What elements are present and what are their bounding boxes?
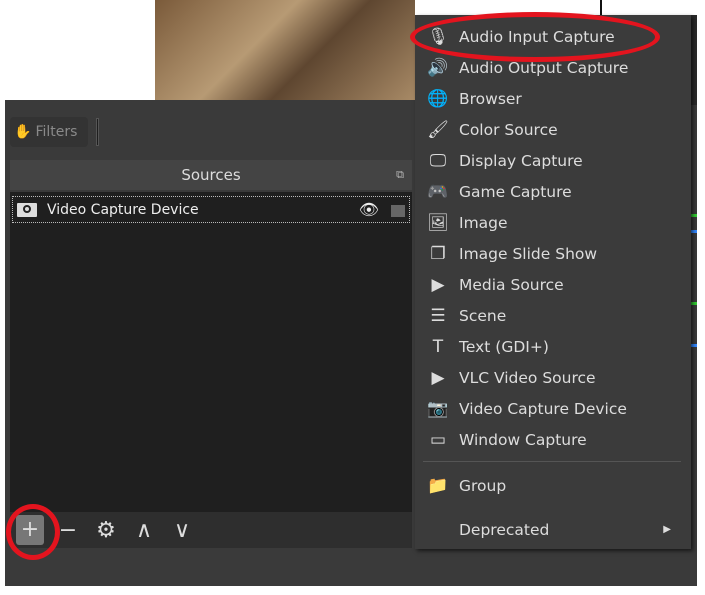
display-capture-icon: 🖵 bbox=[429, 150, 447, 171]
meter-mark bbox=[690, 230, 697, 233]
menu-item-image-slide-show[interactable]: ❐ Image Slide Show bbox=[415, 238, 691, 269]
menu-item-display-capture[interactable]: 🖵 Display Capture bbox=[415, 145, 691, 176]
vlc-video-source-icon: ▶ bbox=[431, 367, 445, 388]
video-capture-device-icon: 📷 bbox=[427, 398, 449, 419]
menu-item-label: Text (GDI+) bbox=[459, 337, 549, 356]
source-item[interactable]: Video Capture Device 👁 bbox=[12, 196, 410, 223]
menu-item-video-capture-device[interactable]: 📷 Video Capture Device bbox=[415, 393, 691, 424]
visibility-eye-icon[interactable]: 👁 bbox=[359, 200, 379, 219]
menu-item-vlc-video-source[interactable]: ▶ VLC Video Source bbox=[415, 362, 691, 393]
audio-output-capture-icon: 🔊 bbox=[427, 57, 449, 78]
move-up-button[interactable]: ∧ bbox=[130, 518, 158, 543]
browser-icon: 🌐 bbox=[427, 88, 449, 109]
window-capture-icon: ▭ bbox=[429, 429, 447, 450]
remove-source-button[interactable]: − bbox=[54, 518, 82, 543]
menu-item-label: Browser bbox=[459, 89, 522, 108]
game-capture-icon: 🎮 bbox=[427, 181, 449, 202]
filters-button[interactable]: ✋ Filters bbox=[10, 117, 88, 147]
lock-icon[interactable] bbox=[391, 205, 405, 217]
add-source-button[interactable]: + bbox=[16, 515, 44, 545]
menu-item-label: Video Capture Device bbox=[459, 399, 627, 418]
meter-mark bbox=[690, 214, 697, 217]
menu-item-image[interactable]: 🖼 Image bbox=[415, 207, 691, 238]
scene-icon: ☰ bbox=[430, 305, 446, 326]
menu-item-group[interactable]: 📁 Group bbox=[415, 470, 691, 501]
audio-input-capture-icon: 🎙 bbox=[427, 26, 449, 47]
menu-item-deprecated[interactable]: Deprecated ▶ bbox=[415, 514, 691, 545]
menu-item-browser[interactable]: 🌐 Browser bbox=[415, 83, 691, 114]
menu-item-label: Window Capture bbox=[459, 430, 587, 449]
menu-item-audio-input-capture[interactable]: 🎙 Audio Input Capture bbox=[415, 21, 691, 52]
menu-item-label: Group bbox=[459, 476, 507, 495]
image-icon: 🖼 bbox=[427, 212, 449, 233]
undock-icon[interactable]: ⧉ bbox=[396, 160, 404, 190]
camera-icon bbox=[17, 202, 37, 217]
add-source-menu: 🎙 Audio Input Capture 🔊 Audio Output Captur… bbox=[415, 15, 691, 549]
sources-toolbar: + − ⚙ ∧ ∨ bbox=[10, 512, 412, 548]
meter-mark bbox=[690, 344, 697, 347]
menu-item-scene[interactable]: ☰ Scene bbox=[415, 300, 691, 331]
text-gdi-icon: T bbox=[432, 336, 444, 357]
menu-item-label: Image bbox=[459, 213, 508, 232]
move-down-button[interactable]: ∨ bbox=[168, 518, 196, 543]
menu-item-label: Color Source bbox=[459, 120, 558, 139]
menu-item-media-source[interactable]: ▶ Media Source bbox=[415, 269, 691, 300]
menu-item-label: Image Slide Show bbox=[459, 244, 598, 263]
meter-mark bbox=[690, 302, 697, 305]
menu-item-audio-output-capture[interactable]: 🔊 Audio Output Capture bbox=[415, 52, 691, 83]
sources-header: Sources ⧉ bbox=[10, 160, 412, 190]
menu-item-label: Audio Input Capture bbox=[459, 27, 615, 46]
menu-item-color-source[interactable]: 🖌 Color Source bbox=[415, 114, 691, 145]
menu-item-label: Game Capture bbox=[459, 182, 572, 201]
menu-separator bbox=[423, 461, 681, 462]
media-source-icon: ▶ bbox=[431, 274, 445, 295]
folder-icon: 📁 bbox=[427, 475, 449, 496]
menu-item-game-capture[interactable]: 🎮 Game Capture bbox=[415, 176, 691, 207]
divider bbox=[600, 0, 602, 15]
sources-list[interactable]: Video Capture Device 👁 bbox=[10, 192, 412, 512]
submenu-arrow-icon: ▶ bbox=[663, 524, 671, 535]
menu-item-label: Deprecated bbox=[459, 520, 550, 539]
menu-item-label: Display Capture bbox=[459, 151, 583, 170]
sources-title: Sources bbox=[181, 166, 241, 184]
source-label: Video Capture Device bbox=[47, 201, 199, 218]
source-properties-button[interactable]: ⚙ bbox=[92, 518, 120, 543]
image-slide-show-icon: ❐ bbox=[430, 243, 446, 264]
filters-icon: ✋ bbox=[14, 124, 32, 140]
menu-item-label: Scene bbox=[459, 306, 507, 325]
menu-item-window-capture[interactable]: ▭ Window Capture bbox=[415, 424, 691, 455]
menu-item-label: VLC Video Source bbox=[459, 368, 596, 387]
toolbar-separator bbox=[96, 118, 99, 146]
menu-item-label: Audio Output Capture bbox=[459, 58, 629, 77]
color-source-icon: 🖌 bbox=[427, 119, 449, 140]
menu-item-text-gdi[interactable]: T Text (GDI+) bbox=[415, 331, 691, 362]
preview-image bbox=[155, 0, 415, 100]
menu-item-label: Media Source bbox=[459, 275, 564, 294]
audio-meter-strip bbox=[690, 150, 697, 410]
